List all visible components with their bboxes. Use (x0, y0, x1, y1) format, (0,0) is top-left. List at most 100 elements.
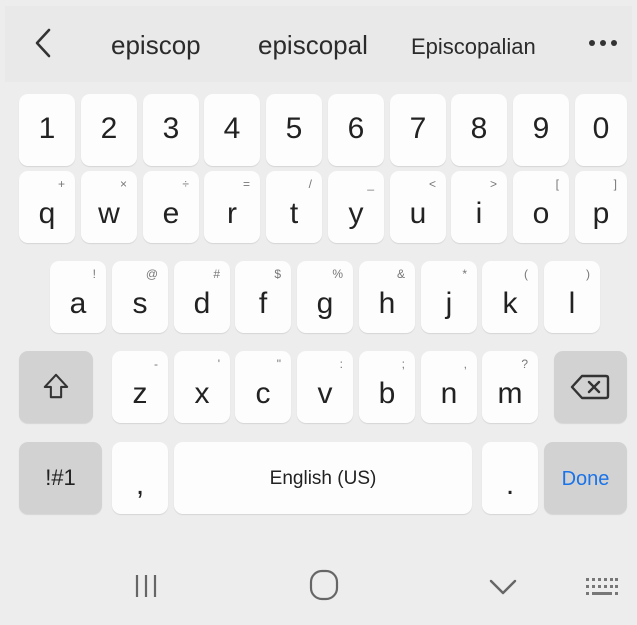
key-hint: & (396, 267, 405, 281)
key-hint: = (242, 177, 250, 191)
key-hint: @ (145, 267, 158, 281)
key-4[interactable]: 4 (204, 94, 260, 166)
key-a[interactable]: ! a (50, 261, 106, 333)
key-hint: _ (367, 177, 374, 191)
key-label: v (317, 377, 333, 410)
home-icon[interactable] (309, 569, 339, 601)
suggestion-2[interactable]: episcopal (258, 30, 368, 61)
recents-icon[interactable] (133, 572, 159, 600)
key-label: 8 (470, 112, 488, 145)
key-label: 7 (409, 112, 427, 145)
key-label: k (502, 287, 518, 320)
key-label: x (194, 377, 210, 410)
key-o[interactable]: [o (513, 171, 569, 243)
key-r[interactable]: = r (204, 171, 260, 243)
key-label: t (289, 197, 299, 230)
key-label: q (38, 197, 56, 230)
key-label: u (409, 197, 427, 230)
key-label: 9 (532, 112, 550, 145)
key-label: g (316, 287, 334, 320)
key-label: i (475, 197, 483, 230)
key-c[interactable]: " c (235, 351, 291, 423)
key-label: p (592, 197, 610, 230)
key-u[interactable]: < u (390, 171, 446, 243)
key-m[interactable]: ? m (482, 351, 538, 423)
key-7[interactable]: 7 (390, 94, 446, 166)
key-label: j (445, 287, 453, 320)
key-9[interactable]: 9 (513, 94, 569, 166)
suggestion-3[interactable]: Episcopalian (411, 34, 536, 60)
key-l[interactable]: ) l (544, 261, 600, 333)
backspace-icon (570, 374, 610, 400)
key-hint: ! (92, 267, 96, 281)
key-label: 4 (223, 112, 241, 145)
key-i[interactable]: > i (451, 171, 507, 243)
key-6[interactable]: 6 (328, 94, 384, 166)
key-hint: " (276, 357, 281, 371)
period-key[interactable]: . (482, 442, 538, 514)
key-label: 2 (100, 112, 118, 145)
key-label: h (378, 287, 396, 320)
key-z[interactable]: -z (112, 351, 168, 423)
key-8[interactable]: 8 (451, 94, 507, 166)
key-hint: , (463, 357, 467, 371)
key-hint: : (339, 357, 343, 371)
key-hint: × (119, 177, 127, 191)
key-3[interactable]: 3 (143, 94, 199, 166)
comma-key[interactable]: , (112, 442, 168, 514)
key-0[interactable]: 0 (575, 94, 627, 166)
key-label: !#1 (45, 465, 76, 490)
key-label: n (440, 377, 458, 410)
key-j[interactable]: * j (421, 261, 477, 333)
key-f[interactable]: $ f (235, 261, 291, 333)
shift-key[interactable] (19, 351, 93, 423)
key-x[interactable]: ' x (174, 351, 230, 423)
key-hint: ] (613, 177, 617, 191)
key-q[interactable]: + q (19, 171, 75, 243)
key-5[interactable]: 5 (266, 94, 322, 166)
key-label: Done (561, 468, 610, 490)
key-e[interactable]: ÷ e (143, 171, 199, 243)
key-s[interactable]: @ s (112, 261, 168, 333)
space-bar[interactable]: English (US) (174, 442, 472, 514)
suggestion-1[interactable]: episcop (111, 30, 201, 61)
key-g[interactable]: % g (297, 261, 353, 333)
key-h[interactable]: & h (359, 261, 415, 333)
key-2[interactable]: 2 (81, 94, 137, 166)
key-n[interactable]: ,n (421, 351, 477, 423)
key-label: e (162, 197, 180, 230)
key-y[interactable]: _ y (328, 171, 384, 243)
key-hint: $ (274, 267, 281, 281)
key-t[interactable]: / t (266, 171, 322, 243)
backspace-key[interactable] (554, 351, 627, 423)
bottom-row: !#1 , English (US) . Done (5, 442, 632, 522)
key-b[interactable]: ; b (359, 351, 415, 423)
chevron-left-icon[interactable] (31, 26, 57, 60)
key-p[interactable]: ] p (575, 171, 627, 243)
key-v[interactable]: :v (297, 351, 353, 423)
nav-down-chevron-icon[interactable] (488, 578, 518, 596)
key-1[interactable]: 1 (19, 94, 75, 166)
key-label: 3 (162, 112, 180, 145)
key-label: a (69, 287, 87, 320)
key-w[interactable]: × w (81, 171, 137, 243)
done-key[interactable]: Done (544, 442, 627, 514)
more-horizontal-icon[interactable] (587, 33, 619, 53)
key-hint: > (489, 177, 497, 191)
key-label: b (378, 377, 396, 410)
key-hint: < (428, 177, 436, 191)
key-label: 0 (592, 112, 610, 145)
key-hint: ' (217, 357, 220, 371)
suggestion-bar: episcop episcopal Episcopalian (5, 6, 632, 82)
key-hint: ? (521, 357, 528, 371)
shift-icon (43, 373, 69, 399)
key-hint: * (462, 267, 467, 281)
symbols-key[interactable]: !#1 (19, 442, 102, 514)
key-label: , (135, 468, 145, 501)
key-label: c (255, 377, 271, 410)
key-k[interactable]: (k (482, 261, 538, 333)
keyboard-icon[interactable] (584, 576, 620, 598)
key-label: r (227, 197, 237, 230)
key-label: s (132, 287, 148, 320)
key-d[interactable]: # d (174, 261, 230, 333)
